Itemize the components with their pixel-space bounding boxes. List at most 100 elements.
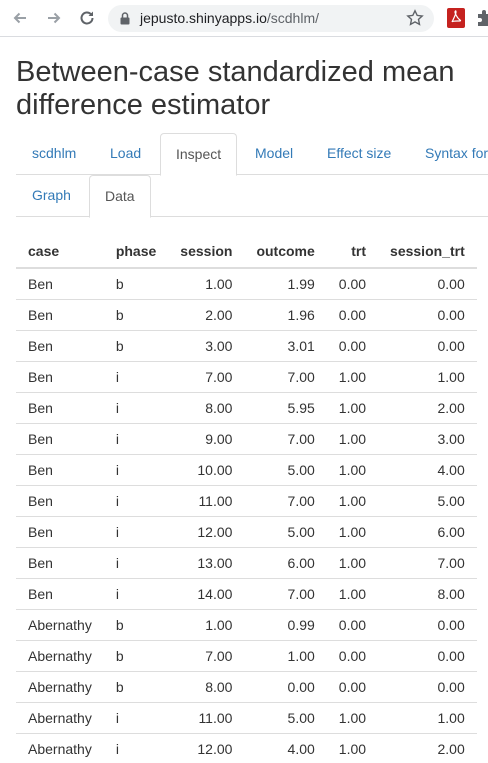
table-row: Ben b 3.00 3.01 0.00 0.00 <box>16 329 477 361</box>
cell-outcome: 5.95 <box>244 391 327 423</box>
cell-session: 13.00 <box>168 546 245 578</box>
cell-trt: 1.00 <box>326 701 379 733</box>
cell-phase: b <box>103 329 169 361</box>
cell-session: 7.00 <box>168 639 245 671</box>
cell-phase: i <box>103 360 169 392</box>
cell-trt: 1.00 <box>326 453 379 485</box>
cell-case: Abernathy <box>16 639 104 671</box>
cell-session-trt: 0.00 <box>378 608 477 640</box>
reload-button[interactable] <box>75 6 99 30</box>
cell-phase: i <box>103 701 169 733</box>
cell-session-trt: 1.00 <box>378 701 477 733</box>
cell-trt: 0.00 <box>326 608 379 640</box>
cell-phase: i <box>103 515 169 547</box>
cell-case: Abernathy <box>16 732 104 763</box>
cell-outcome: 1.96 <box>244 298 327 330</box>
cell-trt: 1.00 <box>326 422 379 454</box>
cell-trt: 0.00 <box>338 275 367 292</box>
cell-session: 11.00 <box>168 484 245 516</box>
cell-trt: 1.00 <box>326 732 379 763</box>
extensions-puzzle-icon[interactable] <box>476 8 488 28</box>
url-text: jepusto.shinyapps.io/scdhlm/ <box>140 10 319 26</box>
cell-phase: i <box>103 484 169 516</box>
cell-phase: b <box>103 608 169 640</box>
pdf-extension-icon[interactable] <box>447 8 465 28</box>
cell-trt: 0.00 <box>326 329 379 361</box>
table-row: Ben b 2.00 1.96 0.00 0.00 <box>16 298 477 330</box>
cell-trt: 1.00 <box>326 546 379 578</box>
column-header-outcome[interactable]: outcome <box>244 235 327 269</box>
cell-phase: i <box>103 422 169 454</box>
cell-outcome: 5.00 <box>244 453 327 485</box>
cell-session-trt: 2.00 <box>378 732 477 763</box>
cell-outcome: 7.00 <box>244 422 327 454</box>
cell-phase: b <box>103 670 169 702</box>
address-bar[interactable]: jepusto.shinyapps.io/scdhlm/ <box>108 5 434 32</box>
tab-load[interactable]: Load <box>95 133 156 175</box>
reload-icon <box>80 11 94 25</box>
lock-icon <box>120 12 130 25</box>
bookmark-star-icon[interactable] <box>406 9 424 27</box>
cell-outcome: 0.00 <box>244 670 327 702</box>
cell-case: Ben <box>16 391 104 423</box>
cell-case: Ben <box>16 360 104 392</box>
tab-model[interactable]: Model <box>240 133 308 175</box>
table-row: Ben i 7.00 7.00 1.00 1.00 <box>16 360 477 392</box>
cell-outcome: 3.01 <box>244 329 327 361</box>
column-header-trt[interactable]: trt <box>326 235 379 269</box>
table-row: Ben i 14.00 7.00 1.00 8.00 <box>16 577 477 609</box>
tab-graph[interactable]: Graph <box>17 175 86 217</box>
back-button[interactable] <box>8 6 32 30</box>
column-header-case[interactable]: case <box>16 235 104 269</box>
cell-session-trt: 2.00 <box>378 391 477 423</box>
cell-session: 12.00 <box>168 515 245 547</box>
cell-trt: 1.00 <box>326 391 379 423</box>
table-row: Abernathy i 12.00 4.00 1.00 2.00 <box>16 732 477 763</box>
table-row: Abernathy b 1.00 0.99 0.00 0.00 <box>16 608 477 640</box>
cell-session-trt: 0.00 <box>437 275 465 292</box>
cell-case: Ben <box>28 275 53 292</box>
forward-button[interactable] <box>42 6 66 30</box>
cell-outcome: 6.00 <box>244 546 327 578</box>
cell-outcome: 0.99 <box>244 608 327 640</box>
cell-case: Ben <box>16 546 104 578</box>
cell-session-trt: 0.00 <box>378 329 477 361</box>
cell-case: Ben <box>16 577 104 609</box>
cell-phase: b <box>103 298 169 330</box>
cell-case: Ben <box>16 329 104 361</box>
cell-outcome: 7.00 <box>244 360 327 392</box>
column-header-session[interactable]: session <box>168 235 245 269</box>
cell-session: 14.00 <box>168 577 245 609</box>
cell-phase: b <box>115 275 124 292</box>
table-body: Ben b 1.00 1.99 0.00 0.00 Ben b 2.00 1.96 0.00 0.00… <box>16 268 477 763</box>
cell-outcome: 1.99 <box>287 275 315 292</box>
cell-session: 3.00 <box>168 329 245 361</box>
cell-session-trt: 4.00 <box>378 453 477 485</box>
cell-session: 9.00 <box>168 422 245 454</box>
cell-phase: b <box>103 639 169 671</box>
table-header-row: case phase session outcome trt session_t… <box>16 235 477 269</box>
cell-trt: 1.00 <box>326 484 379 516</box>
cell-session-trt: 6.00 <box>378 515 477 547</box>
tab-inspect[interactable]: Inspect <box>160 133 238 176</box>
main-tabs: scdhlm Load Inspect Model Effect size Sy… <box>16 133 488 176</box>
cell-phase: i <box>103 391 169 423</box>
cell-session-trt: 0.00 <box>378 639 477 671</box>
table-row: Ben b 1.00 1.99 0.00 0.00 <box>16 268 477 299</box>
column-header-session-trt[interactable]: session_trt <box>378 235 477 269</box>
cell-trt: 1.00 <box>326 577 379 609</box>
cell-outcome: 4.00 <box>244 732 327 763</box>
cell-session-trt: 0.00 <box>378 670 477 702</box>
table-row: Abernathy b 7.00 1.00 0.00 0.00 <box>16 639 477 671</box>
tab-effect-size[interactable]: Effect size <box>312 133 406 175</box>
cell-case: Ben <box>16 453 104 485</box>
data-table: case phase session outcome trt session_t… <box>16 235 477 763</box>
tab-syntax[interactable]: Syntax for <box>410 133 488 175</box>
tab-scdhlm[interactable]: scdhlm <box>17 133 91 175</box>
cell-session: 2.00 <box>168 298 245 330</box>
column-header-phase[interactable]: phase <box>103 235 169 269</box>
cell-session-trt: 8.00 <box>378 577 477 609</box>
tab-data[interactable]: Data <box>89 175 151 218</box>
cell-session-trt: 5.00 <box>378 484 477 516</box>
cell-session-trt: 7.00 <box>378 546 477 578</box>
